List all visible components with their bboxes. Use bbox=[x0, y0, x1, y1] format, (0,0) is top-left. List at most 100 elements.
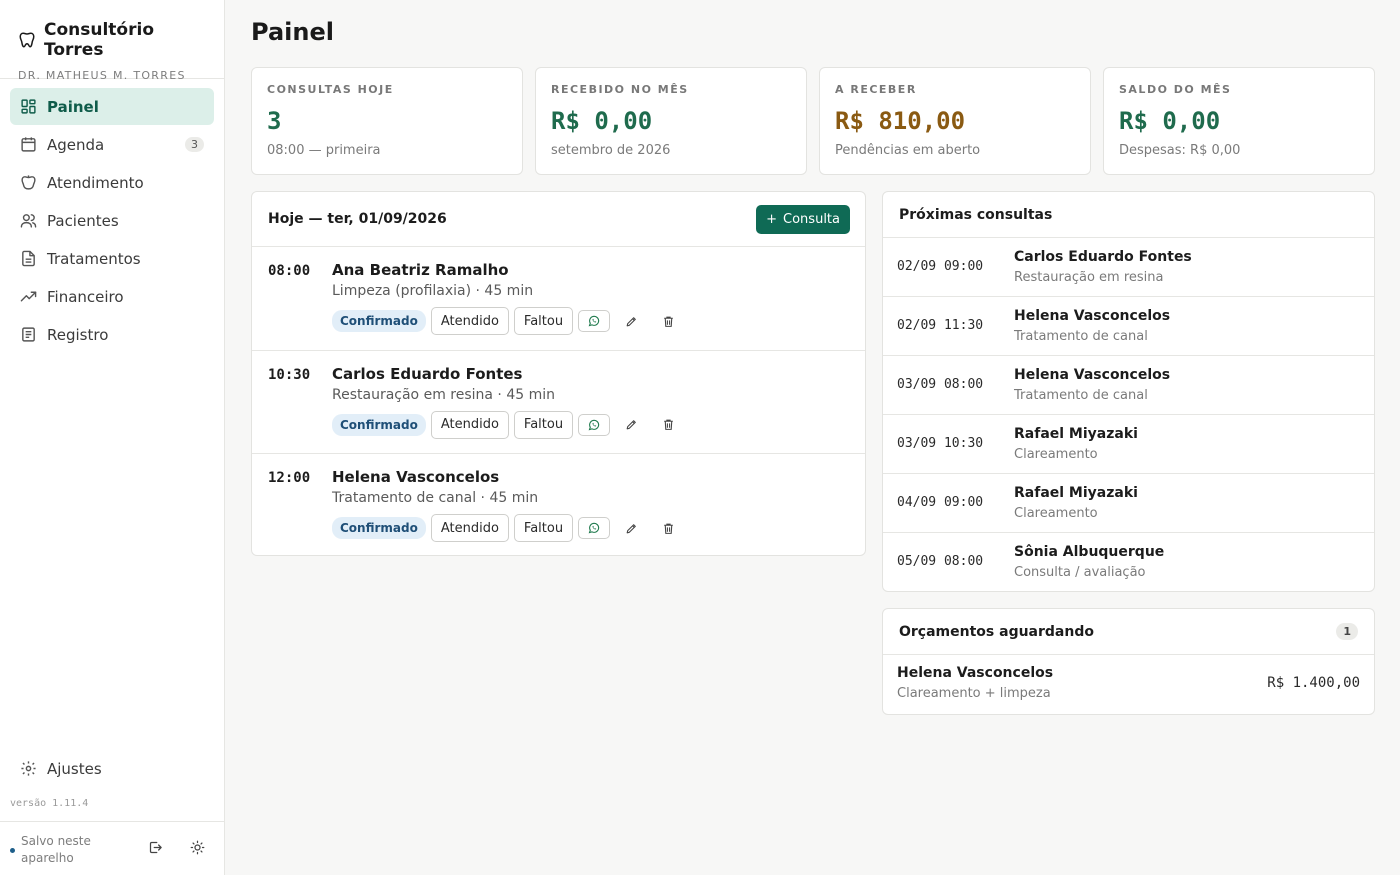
new-appointment-button[interactable]: + Consulta bbox=[756, 204, 850, 234]
upcoming-patient: Sônia Albuquerque bbox=[1014, 544, 1165, 560]
appointment-desc: Limpeza (profilaxia) · 45 min bbox=[332, 283, 534, 299]
pencil-icon bbox=[626, 316, 636, 326]
sidebar-item-ajustes[interactable]: Ajustes bbox=[10, 750, 215, 787]
gear-icon bbox=[20, 760, 37, 777]
appointment-time: 08:00 bbox=[268, 263, 311, 279]
app-title: Consultório Torres bbox=[44, 20, 155, 60]
sidebar-item-label: Atendimento bbox=[47, 173, 144, 192]
mark-attended-button[interactable]: Atendido bbox=[430, 514, 509, 542]
budget-value: R$ 1.400,00 bbox=[1267, 675, 1360, 691]
sun-icon bbox=[190, 840, 205, 855]
saved-status-dot bbox=[10, 848, 15, 853]
status-badge: Confirmado bbox=[332, 310, 426, 332]
theme-toggle-button[interactable] bbox=[190, 840, 206, 856]
sidebar-item-pacientes[interactable]: Pacientes bbox=[10, 202, 214, 239]
upcoming-desc: Clareamento bbox=[1014, 447, 1098, 462]
brand: Consultório Torres DR. MATHEUS M. TORRES bbox=[0, 0, 224, 82]
upcoming-patient: Helena Vasconcelos bbox=[1014, 367, 1171, 383]
budgets-panel: Orçamentos aguardando 1 Helena Vasconcel… bbox=[882, 608, 1375, 715]
whatsapp-icon bbox=[588, 315, 600, 327]
mark-attended-button[interactable]: Atendido bbox=[430, 410, 509, 439]
dashboard-icon bbox=[20, 98, 37, 115]
sidebar-footer: Salvo neste aparelho bbox=[0, 821, 225, 875]
sidebar-item-painel[interactable]: Painel bbox=[10, 88, 214, 125]
upcoming-desc: Restauração em resina bbox=[1014, 270, 1164, 285]
edit-button[interactable] bbox=[615, 414, 647, 436]
upcoming-time: 03/09 08:00 bbox=[897, 377, 984, 392]
edit-button[interactable] bbox=[615, 310, 647, 332]
appointment-row: 12:00 Helena Vasconcelos Tratamento de c… bbox=[252, 454, 865, 558]
stat-subtext: Pendências em aberto bbox=[835, 143, 981, 158]
list-item[interactable]: 02/09 09:00 Carlos Eduardo Fontes Restau… bbox=[883, 238, 1374, 297]
list-item[interactable]: 03/09 08:00 Helena Vasconcelos Tratament… bbox=[883, 356, 1374, 415]
delete-button[interactable] bbox=[652, 517, 684, 539]
edit-button[interactable] bbox=[615, 517, 647, 539]
whatsapp-icon bbox=[588, 522, 600, 534]
plus-icon: + bbox=[766, 211, 778, 227]
list-item[interactable]: 04/09 09:00 Rafael Miyazaki Clareamento bbox=[883, 474, 1374, 533]
appointment-patient: Carlos Eduardo Fontes bbox=[332, 364, 523, 383]
users-icon bbox=[20, 212, 37, 229]
saved-status: Salvo neste aparelho bbox=[21, 834, 91, 865]
delete-button[interactable] bbox=[652, 310, 684, 332]
trash-icon bbox=[663, 316, 673, 327]
stat-value: R$ 810,00 bbox=[835, 107, 966, 135]
today-panel: Hoje — ter, 01/09/2026 + Consulta 08:00 … bbox=[251, 191, 866, 556]
mark-missed-button[interactable]: Faltou bbox=[513, 514, 574, 542]
stat-subtext: setembro de 2026 bbox=[551, 143, 671, 158]
sidebar-item-financeiro[interactable]: Financeiro bbox=[10, 278, 214, 315]
stat-card-saldo-mes: SALDO DO MÊS R$ 0,00 Despesas: R$ 0,00 bbox=[1103, 67, 1375, 175]
stat-value: R$ 0,00 bbox=[551, 107, 653, 135]
list-item[interactable]: 03/09 10:30 Rafael Miyazaki Clareamento bbox=[883, 415, 1374, 474]
mark-missed-button[interactable]: Faltou bbox=[513, 410, 574, 439]
budgets-count-badge: 1 bbox=[1336, 623, 1358, 640]
document-icon bbox=[20, 250, 37, 267]
upcoming-patient: Carlos Eduardo Fontes bbox=[1014, 249, 1192, 265]
stat-value: R$ 0,00 bbox=[1119, 107, 1221, 135]
whatsapp-button[interactable] bbox=[578, 310, 611, 332]
trash-icon bbox=[663, 523, 673, 534]
status-badge: Confirmado bbox=[332, 517, 426, 539]
appointment-patient: Helena Vasconcelos bbox=[332, 468, 500, 486]
upcoming-time: 02/09 11:30 bbox=[897, 318, 984, 333]
appointment-row: 08:00 Ana Beatriz Ramalho Limpeza (profi… bbox=[252, 247, 865, 351]
list-item[interactable]: 02/09 11:30 Helena Vasconcelos Tratament… bbox=[883, 297, 1374, 356]
appointment-row: 10:30 Carlos Eduardo Fontes Restauração … bbox=[252, 351, 865, 454]
app-subtitle: DR. MATHEUS M. TORRES bbox=[18, 69, 186, 82]
main-nav: Painel Agenda 3 Atendimento Pacientes Tr… bbox=[0, 79, 224, 363]
version-label: versão 1.11.4 bbox=[10, 798, 89, 809]
stat-subtext: 08:00 — primeira bbox=[267, 143, 381, 158]
whatsapp-icon bbox=[588, 419, 600, 430]
mark-attended-button[interactable]: Atendido bbox=[430, 307, 509, 335]
mark-missed-button[interactable]: Faltou bbox=[513, 307, 574, 335]
calendar-icon bbox=[20, 136, 37, 153]
sidebar-item-registro[interactable]: Registro bbox=[10, 316, 214, 353]
stat-label: SALDO DO MÊS bbox=[1119, 83, 1232, 96]
sidebar: Consultório Torres DR. MATHEUS M. TORRES… bbox=[0, 0, 225, 875]
tooth-icon bbox=[20, 174, 37, 191]
sidebar-item-tratamentos[interactable]: Tratamentos bbox=[10, 240, 214, 277]
upcoming-desc: Tratamento de canal bbox=[1014, 329, 1148, 344]
sidebar-item-label: Agenda bbox=[47, 135, 105, 154]
upcoming-time: 02/09 09:00 bbox=[897, 259, 984, 274]
upcoming-patient: Helena Vasconcelos bbox=[1014, 308, 1171, 324]
upcoming-time: 03/09 10:30 bbox=[897, 436, 984, 451]
whatsapp-button[interactable] bbox=[578, 413, 611, 436]
upcoming-time: 04/09 09:00 bbox=[897, 495, 984, 510]
stat-label: RECEBIDO NO MÊS bbox=[551, 83, 689, 96]
tooth-icon bbox=[18, 31, 36, 49]
list-item[interactable]: Helena Vasconcelos Clareamento + limpeza… bbox=[883, 655, 1374, 715]
stat-value: 3 bbox=[267, 107, 282, 135]
budget-patient: Helena Vasconcelos bbox=[897, 665, 1054, 681]
logout-button[interactable] bbox=[148, 840, 164, 856]
delete-button[interactable] bbox=[652, 414, 684, 436]
whatsapp-button[interactable] bbox=[578, 517, 611, 539]
upcoming-desc: Consulta / avaliação bbox=[1014, 565, 1146, 580]
upcoming-patient: Rafael Miyazaki bbox=[1014, 426, 1138, 442]
pencil-icon bbox=[626, 420, 636, 430]
sidebar-item-label: Registro bbox=[47, 325, 109, 344]
sidebar-item-label: Financeiro bbox=[47, 287, 124, 306]
sidebar-item-atendimento[interactable]: Atendimento bbox=[10, 164, 214, 201]
sidebar-item-agenda[interactable]: Agenda 3 bbox=[10, 126, 214, 163]
list-item[interactable]: 05/09 08:00 Sônia Albuquerque Consulta /… bbox=[883, 533, 1374, 592]
